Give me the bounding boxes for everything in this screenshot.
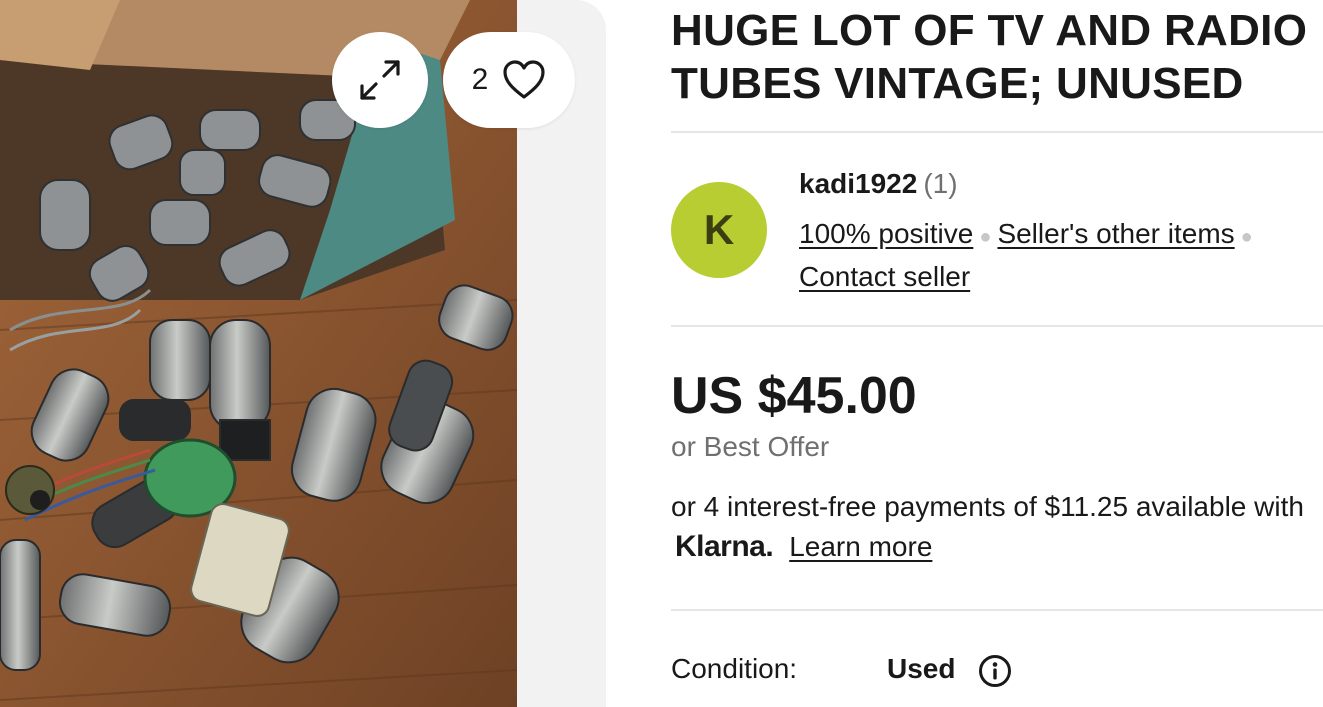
separator-dot: ● (979, 226, 992, 248)
watch-count: 2 (471, 63, 489, 96)
listing-title: HUGE LOT OF TV AND RADIO TUBES VINTAGE; … (671, 4, 1323, 110)
image-gallery: 2 (0, 0, 606, 707)
seller-name-row: kadi1922 (1) (799, 168, 958, 200)
learn-more-link[interactable]: Learn more (789, 531, 932, 563)
vacuum-tubes-photo (0, 0, 517, 707)
seller-other-items-link[interactable]: Seller's other items (997, 218, 1234, 249)
expand-icon (360, 60, 400, 100)
divider (671, 609, 1323, 611)
installments-text: or 4 interest-free payments of $11.25 av… (671, 491, 1304, 522)
title-line-1: HUGE LOT OF TV AND RADIO (671, 6, 1308, 55)
expand-button[interactable] (332, 32, 428, 128)
watch-button[interactable]: 2 (443, 32, 575, 128)
heart-icon (503, 60, 545, 99)
contact-seller-link[interactable]: Contact seller (799, 261, 970, 292)
avatar-letter: K (703, 206, 735, 253)
seller-avatar[interactable]: K (671, 182, 767, 278)
klarna-logo: Klarna. (675, 530, 774, 563)
condition-value: Used (887, 653, 956, 684)
condition-label: Condition: (671, 653, 798, 684)
divider (671, 325, 1323, 327)
listing-photo[interactable] (0, 0, 517, 707)
positive-feedback-link[interactable]: 100% positive (799, 218, 973, 249)
klarna-row: Klarna. Learn more (675, 530, 932, 564)
seller-feedback-count[interactable]: (1) (923, 168, 957, 199)
info-icon[interactable] (978, 654, 1012, 688)
seller-links: 100% positive ● Seller's other items ● Cont… (799, 214, 1259, 297)
divider (671, 131, 1323, 133)
separator-dot: ● (1240, 226, 1253, 248)
best-offer-text: or Best Offer (671, 431, 830, 462)
seller-name[interactable]: kadi1922 (799, 168, 917, 199)
price: US $45.00 (671, 367, 917, 425)
title-line-2: TUBES VINTAGE; UNUSED (671, 59, 1244, 108)
